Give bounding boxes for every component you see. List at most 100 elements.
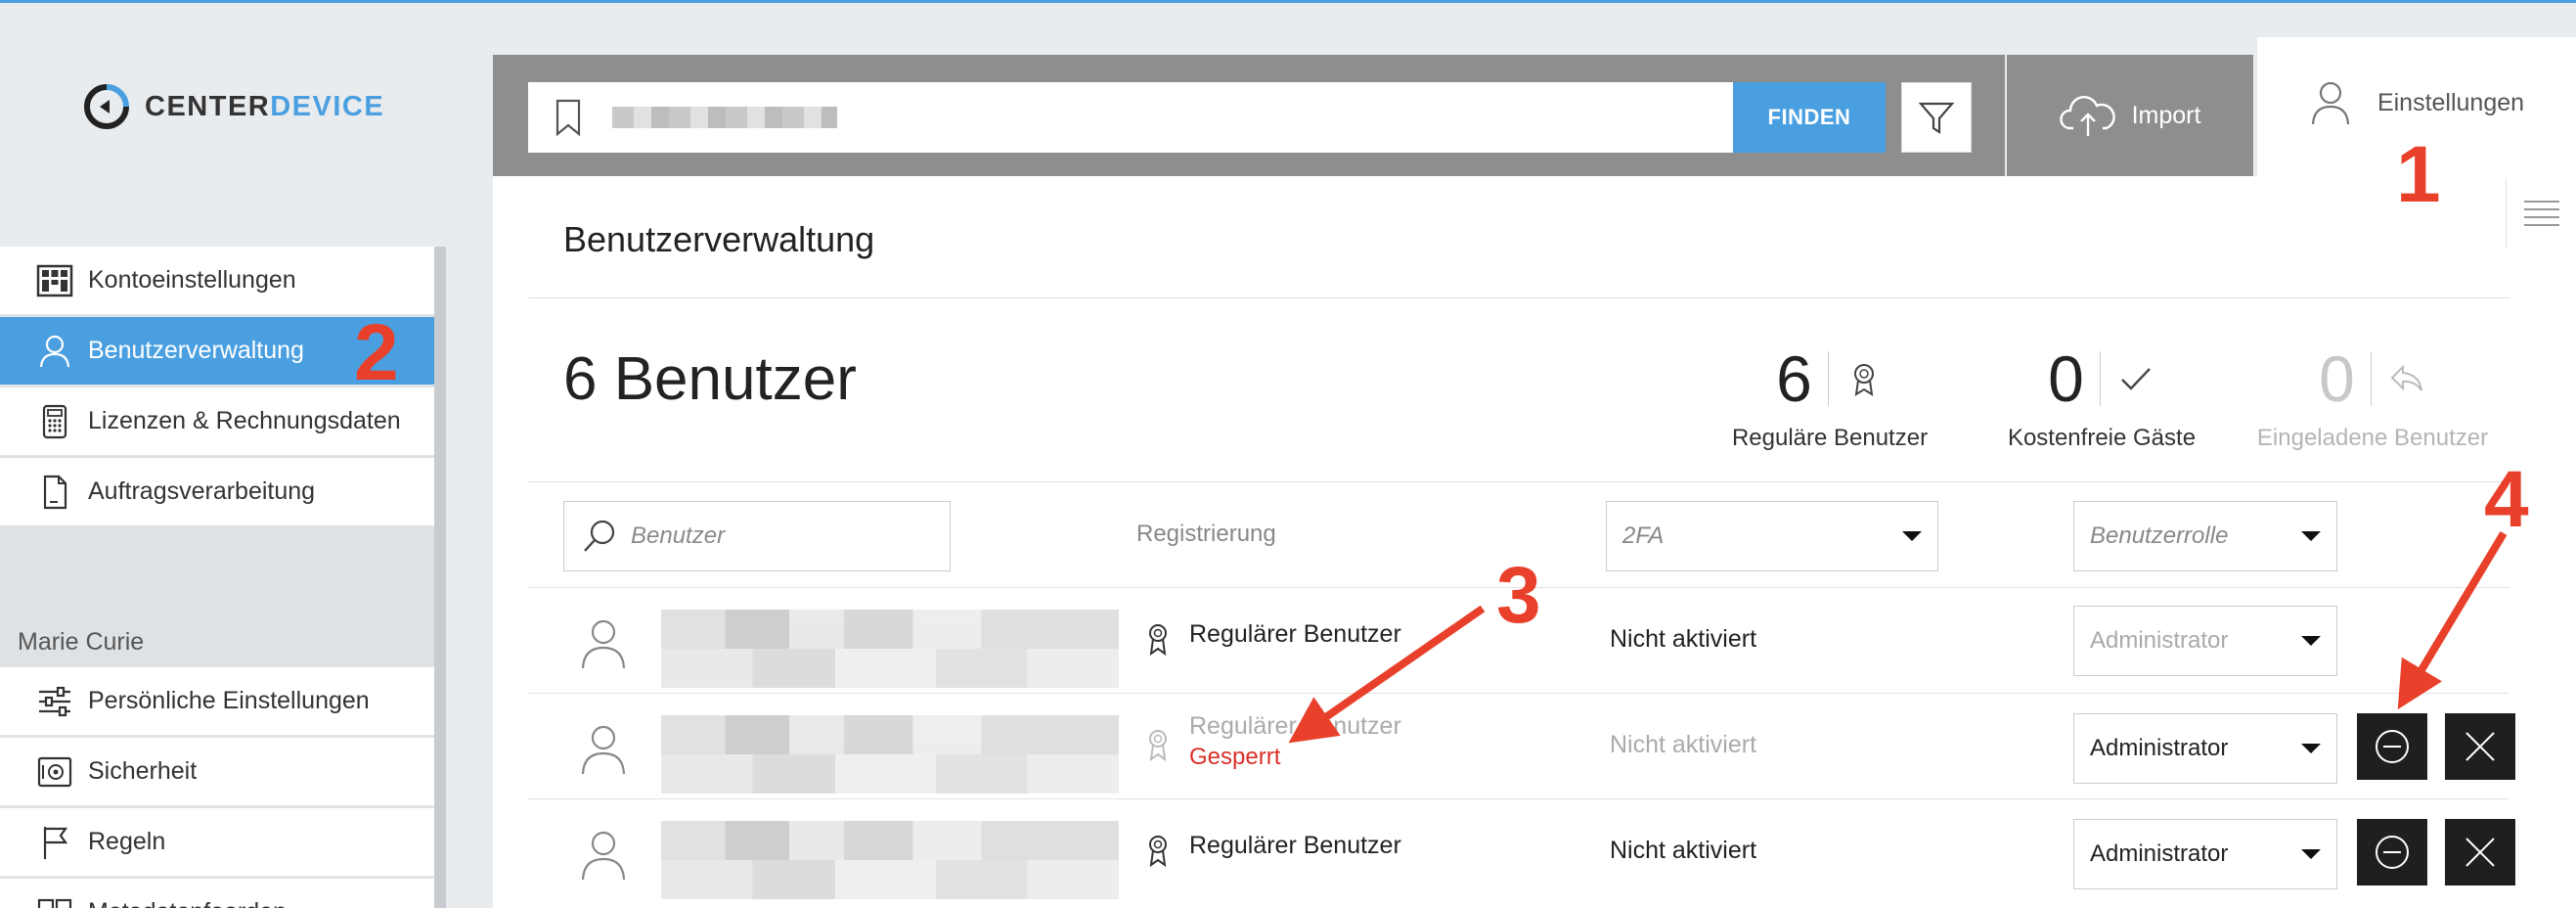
sidebar-item-label: Persönliche Einstellungen [88,687,370,714]
logo-text: CENTERDEVICE [145,90,385,122]
menu-button[interactable] [2506,178,2576,249]
sidebar-item-lizenzen[interactable]: Lizenzen & Rechnungsdaten [0,387,442,456]
sidebar-item-label: Metadatenfeorden [88,898,287,908]
user-name-blurred [661,821,1119,899]
sidebar-user-name: Marie Curie [18,628,145,656]
table-row[interactable]: Regulärer Benutzer Nicht aktiviert Admin… [528,798,2515,904]
twofa-filter-dropdown[interactable]: 2FA [1606,501,1938,571]
filter-icon [1918,102,1955,135]
sidebar-item-regeln[interactable]: Regeln [0,808,442,877]
fields-icon [31,893,78,908]
registration-cell: Regulärer Benutzer Gesperrt [1144,709,1401,772]
caret-down-icon [2301,531,2321,541]
page-title: Benutzerverwaltung [563,219,875,259]
caret-down-icon [2301,636,2321,646]
divider [528,481,2509,482]
sidebar-item-kontoeinstellungen[interactable]: Kontoeinstellungen [0,247,442,315]
sidebar-item-metadaten[interactable]: Metadatenfeorden [0,879,442,908]
user-icon [31,332,78,371]
safe-icon [31,752,78,792]
main-panel: Benutzerverwaltung 6 Benutzer 6 Reguläre… [493,176,2576,908]
sidebar-item-label: Regeln [88,828,166,855]
import-tab[interactable]: Import [2007,55,2253,176]
role-dropdown[interactable]: Administrator [2073,819,2337,889]
delete-user-button[interactable] [2445,819,2515,885]
stat-regular-users: 6 Reguläre Benutzer [1727,344,1932,452]
annotation-number-4: 4 [2484,455,2529,544]
user-name-blurred [661,715,1119,794]
sidebar-scrollbar[interactable] [434,247,446,908]
sidebar-item-auftragsverarbeitung[interactable]: Auftragsverarbeitung [0,458,442,526]
role-dropdown: Administrator [2073,606,2337,676]
role-value: Administrator [2090,735,2229,761]
sidebar-item-label: Lizenzen & Rechnungsdaten [88,407,401,434]
unlock-user-button[interactable] [2357,713,2427,780]
sliders-icon [31,682,78,721]
reply-icon [2390,364,2422,391]
check-icon [2121,368,2151,390]
sidebar-item-label: Sicherheit [88,757,198,785]
search-query-blurred [612,107,837,128]
stat-label: Kostenfreie Gäste [2007,425,2197,451]
stat-label: Reguläre Benutzer [1731,425,1929,451]
search-bar: FINDEN [493,55,2005,176]
filter-button[interactable] [1901,82,1972,153]
centerdevice-logo[interactable]: CENTERDEVICE [82,82,384,131]
import-label: Import [2131,101,2201,129]
unlock-user-button[interactable] [2357,819,2427,885]
table-row[interactable]: Regulärer Benutzer Gesperrt Nicht aktivi… [528,693,2515,798]
avatar-icon [581,725,626,775]
avatar-icon [581,619,626,669]
annotation-number-3: 3 [1496,551,1541,640]
avatar-icon [581,831,626,881]
top-accent-line [0,0,2576,3]
settings-label: Einstellungen [2376,88,2525,116]
find-button[interactable]: FINDEN [1733,82,1886,153]
stat-free-guests: 0 Kostenfreie Gäste [1999,344,2204,452]
role-dropdown[interactable]: Administrator [2073,713,2337,784]
award-icon [1149,730,1167,762]
registration-column-header: Registrierung [1136,521,1276,547]
sidebar-item-label: Benutzerverwaltung [88,337,304,364]
role-value: Administrator [2090,840,2229,867]
caret-down-icon [1902,531,1922,541]
caret-down-icon [2301,744,2321,753]
divider [528,297,2509,298]
logo-icon [84,84,129,129]
twofa-status: Nicht aktiviert [1610,837,1757,864]
locked-status: Gesperrt [1189,744,1281,770]
hamburger-icon [2523,201,2559,226]
sidebar-item-sicherheit[interactable]: Sicherheit [0,738,442,806]
user-count: 6 Benutzer [563,345,857,413]
search-input[interactable] [528,82,1733,153]
role-filter-value: Benutzerrolle [2090,522,2229,549]
grid-icon [31,261,78,300]
sidebar-item-persoenliche-einstellungen[interactable]: Persönliche Einstellungen [0,667,442,736]
flag-icon [31,823,78,862]
calculator-icon [31,402,78,441]
stat-label: Eingeladene Benutzer [2256,425,2489,451]
annotation-number-2: 2 [354,308,399,397]
user-icon [2311,81,2350,125]
cloud-upload-icon [2059,96,2115,136]
sidebar-user-section: Marie Curie [0,530,442,667]
document-icon [31,473,78,512]
twofa-status: Nicht aktiviert [1610,625,1757,653]
stat-value: 0 [2319,342,2355,415]
sidebar-item-label: Kontoeinstellungen [88,266,296,294]
sidebar-item-label: Auftragsverarbeitung [88,477,316,505]
award-icon [1149,624,1167,657]
bookmark-icon[interactable] [554,98,583,137]
user-search-input[interactable] [631,522,924,550]
user-name-blurred [661,610,1119,688]
delete-user-button[interactable] [2445,713,2515,780]
annotation-number-1: 1 [2396,130,2441,219]
role-filter-dropdown[interactable]: Benutzerrolle [2073,501,2337,571]
stat-invited-users: 0 Eingeladene Benutzer [2253,344,2492,452]
user-search-field[interactable] [563,501,951,571]
registration-type: Regulärer Benutzer [1189,620,1401,648]
search-icon [584,520,615,552]
minus-circle-icon [2376,730,2409,763]
registration-type: Regulärer Benutzer [1189,712,1401,740]
award-icon [1853,364,1874,396]
